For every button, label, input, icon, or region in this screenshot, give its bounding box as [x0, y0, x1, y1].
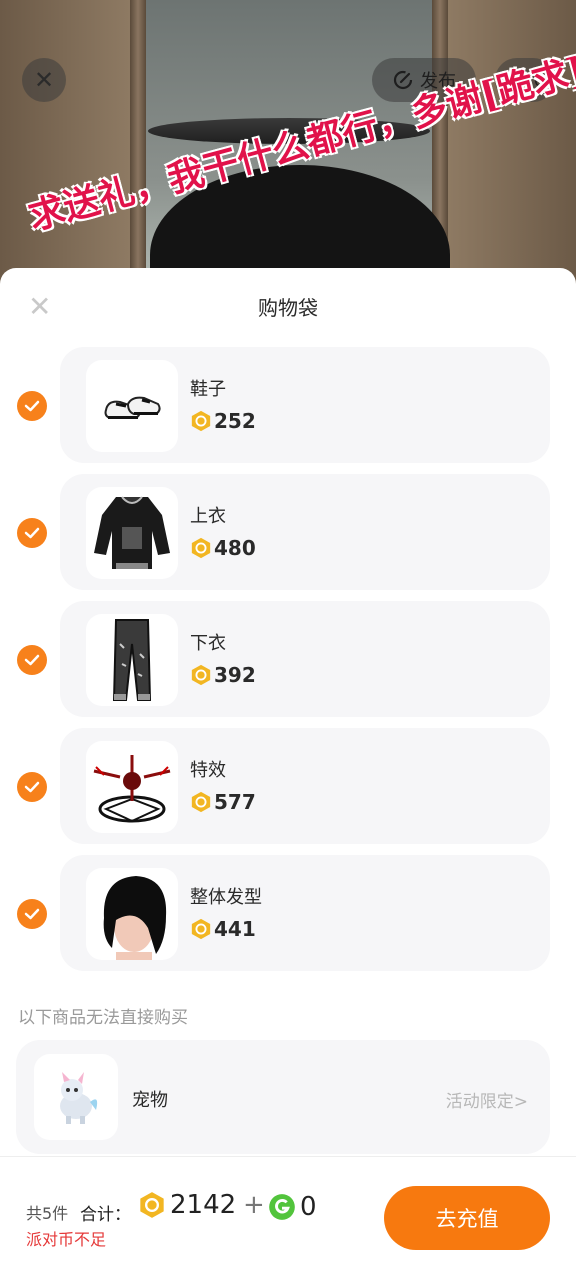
unavailable-section-label: 以下商品无法直接购买: [18, 1008, 188, 1028]
effect-image: [93, 755, 171, 823]
list-item[interactable]: 整体发型 441: [60, 855, 550, 971]
wall-left: [0, 0, 130, 300]
item-name: 特效: [190, 760, 226, 781]
item-checkbox[interactable]: [17, 518, 47, 548]
close-icon: ✕: [33, 66, 55, 94]
item-name: 鞋子: [190, 379, 226, 400]
hairstyle-image: [103, 876, 167, 960]
check-icon: [24, 654, 40, 666]
item-price: 441: [190, 917, 256, 941]
item-thumbnail: [86, 868, 178, 960]
item-price-value: 252: [214, 409, 256, 433]
item-thumbnail: [86, 741, 178, 833]
item-price-value: 480: [214, 536, 256, 560]
g-coin-total: 0: [268, 1192, 317, 1222]
item-name: 下衣: [190, 633, 226, 654]
plus-sign: +: [243, 1190, 265, 1220]
insufficient-balance-text: 派对币不足: [26, 1230, 107, 1249]
item-price: 252: [190, 409, 256, 433]
jacket-image: [94, 496, 170, 569]
coin-icon: [191, 791, 211, 813]
item-name: 整体发型: [190, 887, 262, 908]
g-coin-total-value: 0: [300, 1192, 317, 1222]
recharge-button[interactable]: 去充值: [384, 1186, 550, 1250]
event-limited-link[interactable]: 活动限定>: [446, 1087, 528, 1112]
item-price-value: 441: [214, 917, 256, 941]
item-checkbox[interactable]: [17, 645, 47, 675]
item-thumbnail: [86, 487, 178, 579]
coin-icon: [191, 537, 211, 559]
pet-name: 宠物: [132, 1090, 168, 1111]
shoes-image: [104, 396, 161, 419]
item-price: 480: [190, 536, 256, 560]
g-coin-icon: [269, 1194, 295, 1220]
pet-thumbnail: [34, 1054, 118, 1140]
coin-total: 2142: [138, 1190, 236, 1220]
item-name: 上衣: [190, 506, 226, 527]
item-price-value: 577: [214, 790, 256, 814]
item-checkbox[interactable]: [17, 391, 47, 421]
pet-image: [60, 1072, 98, 1124]
coin-icon: [191, 410, 211, 432]
coin-icon: [191, 664, 211, 686]
close-button[interactable]: ✕: [22, 58, 66, 102]
list-item[interactable]: 上衣 480: [60, 474, 550, 590]
wall-right: [448, 0, 576, 300]
item-thumbnail: [86, 614, 178, 706]
item-price-value: 392: [214, 663, 256, 687]
list-item[interactable]: 特效 577: [60, 728, 550, 844]
sheet-title: 购物袋: [258, 296, 318, 320]
coin-icon: [140, 1192, 164, 1218]
unavailable-item[interactable]: 宠物 活动限定>: [16, 1040, 550, 1154]
check-icon: [24, 908, 40, 920]
check-icon: [24, 400, 40, 412]
item-count: 共5件: [26, 1204, 69, 1223]
item-checkbox[interactable]: [17, 772, 47, 802]
total-label: 合计：: [80, 1205, 131, 1225]
item-price: 392: [190, 663, 256, 687]
coin-total-value: 2142: [170, 1190, 237, 1220]
check-icon: [24, 527, 40, 539]
list-item[interactable]: 下衣 392: [60, 601, 550, 717]
pillar-left: [130, 0, 146, 300]
check-icon: [24, 781, 40, 793]
coin-icon: [191, 918, 211, 940]
item-checkbox[interactable]: [17, 899, 47, 929]
list-item[interactable]: 鞋子 252: [60, 347, 550, 463]
pants-image: [112, 619, 152, 701]
item-price: 577: [190, 790, 256, 814]
item-thumbnail: [86, 360, 178, 452]
